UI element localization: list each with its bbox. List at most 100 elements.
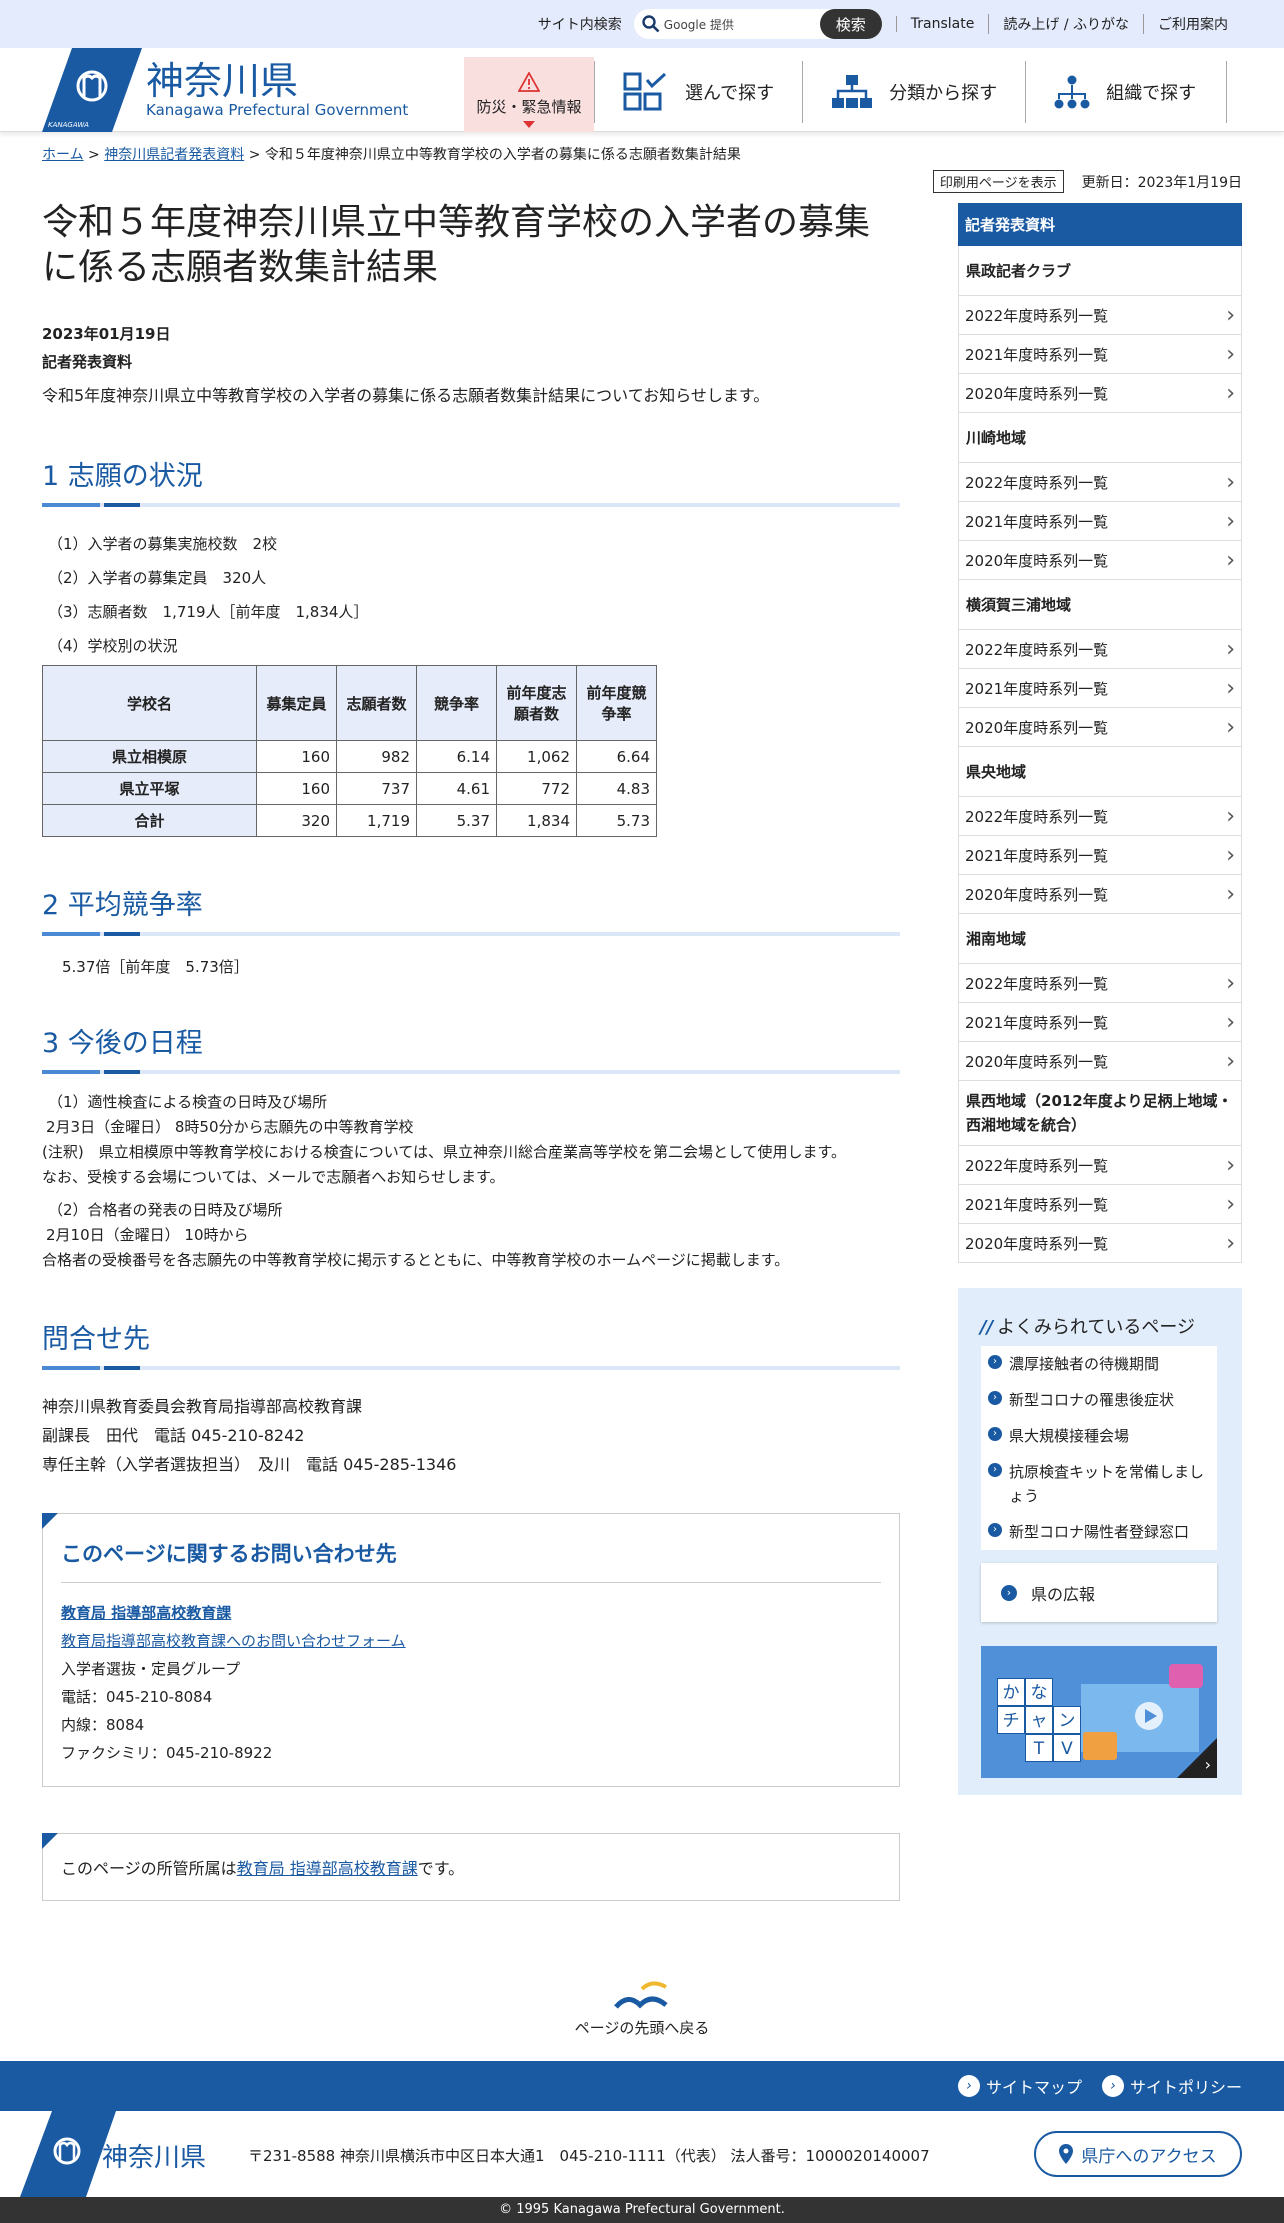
sidebar-item[interactable]: 2022年度時系列一覧 › [958,463,1242,502]
emergency-button[interactable]: 防災・緊急情報 [464,57,594,132]
search-button[interactable]: 検索 [819,9,882,39]
tv-char: ン [1053,1706,1081,1734]
main-content: 令和５年度神奈川県立中等教育学校の入学者の募集に係る志願者数集計結果 2023年… [42,200,900,1901]
emergency-label: 防災・緊急情報 [476,98,582,116]
sidebar-item[interactable]: 2021年度時系列一覧 › [958,1185,1242,1224]
sidebar-item[interactable]: 2022年度時系列一覧 › [958,797,1242,836]
sidebar-item[interactable]: 2021年度時系列一覧 › [958,1003,1242,1042]
footer-address: 〒231-8588 神奈川県横浜市中区日本大通1 045-210-1111（代表… [248,2147,930,2165]
map-pin-icon [1059,2144,1074,2164]
nav-category[interactable]: 分類から探す [802,61,1025,123]
site-logo[interactable]: KANAGAWA 神奈川県 Kanagawa Prefectural Gover… [42,48,408,132]
seagull-icon [614,1981,668,2009]
access-button[interactable]: 県庁へのアクセス [1034,2131,1242,2177]
nav-select[interactable]: 選んで探す [594,61,802,123]
owner-link[interactable]: 教育局 指導部高校教育課 [237,1859,418,1878]
schedule-line: （1）適性検査による検査の日時及び場所 [48,1093,328,1111]
kanachan-tv-banner[interactable]: か な チ ャ ン T V › [981,1646,1217,1778]
sidebar-group-title: 横須賀三浦地域 [958,580,1242,630]
sidebar-item[interactable]: 2022年度時系列一覧 › [958,1146,1242,1185]
site-search-label: サイト内検索 [537,17,622,33]
table-cell: 772 [496,772,577,805]
owner-suffix: です。 [417,1859,465,1878]
sidebar-item[interactable]: 2021年度時系列一覧 › [958,836,1242,875]
chevron-right-icon: › [1226,380,1235,406]
caret-down-icon [523,121,535,128]
emblem-text: KANAGAWA [48,121,89,129]
status-item: （4）学校別の状況 [48,637,178,655]
sidebar-item[interactable]: 2022年度時系列一覧 › [958,964,1242,1003]
chevron-circle-icon: › [957,2075,980,2097]
breadcrumb-home[interactable]: ホーム [42,147,84,163]
contact-form-link[interactable]: 教育局指導部高校教育課へのお問い合わせフォーム [61,1627,881,1655]
pr-button[interactable]: › 県の広報 [981,1563,1217,1622]
nav-select-label: 選んで探す [685,83,775,104]
search-box[interactable]: Google 提供 検索 [633,9,882,39]
popular-item[interactable]: › 県大規模接種会場 [981,1418,1217,1454]
table-cell: 1,062 [496,740,577,773]
popular-item[interactable]: › 濃厚接触者の待機期間 [981,1346,1217,1382]
tv-char: か [997,1678,1025,1706]
popular-item[interactable]: › 抗原検査キットを常備しましょう [981,1454,1217,1514]
inquiry-line: 神奈川県教育委員会教育局指導部高校教育課 [42,1397,363,1416]
sidebar-item[interactable]: 2021年度時系列一覧 › [958,502,1242,541]
popular-item-label: 新型コロナ陽性者登録窓口 [1009,1523,1190,1541]
sidebar-item[interactable]: 2020年度時系列一覧 › [958,875,1242,914]
contact-dept-link[interactable]: 教育局 指導部高校教育課 [61,1599,881,1627]
sidebar-item[interactable]: 2022年度時系列一覧 › [958,296,1242,335]
popular-title-text: よくみられているページ [997,1317,1195,1338]
sidebar-item[interactable]: 2022年度時系列一覧 › [958,630,1242,669]
tv-char: T [1025,1734,1053,1762]
sidebar-item[interactable]: 2020年度時系列一覧 › [958,1042,1242,1081]
utility-bar: サイト内検索 Google 提供 検索 Translate 読み上げ / ふりが… [0,0,1284,48]
sidebar-group-title: 県政記者クラブ [958,246,1242,296]
table-row: 合計 320 1,719 5.37 1,834 5.73 [42,804,657,837]
status-item: （2）入学者の募集定員 320人 [48,569,267,587]
popular-item[interactable]: › 新型コロナ陽性者登録窓口 [981,1514,1217,1550]
guide-link[interactable]: ご利用案内 [1143,14,1242,34]
sidebar-item-label: 2022年度時系列一覧 [965,807,1109,826]
popular-item[interactable]: › 新型コロナの罹患後症状 [981,1382,1217,1418]
sidebar-item[interactable]: 2020年度時系列一覧 › [958,1224,1242,1263]
sidebar-item[interactable]: 2020年度時系列一覧 › [958,708,1242,747]
site-policy-link[interactable]: › サイトポリシー [1101,2074,1242,2098]
status-item: （1）入学者の募集実施校数 2校 [48,535,278,553]
chevron-right-icon: › [1226,1191,1235,1217]
table-cell: 6.14 [416,740,497,773]
sidebar-item-label: 2020年度時系列一覧 [965,718,1109,737]
chevron-circle-icon: › [988,1427,1002,1441]
popular-item-label: 新型コロナの罹患後症状 [1009,1391,1175,1409]
schedule-line: 2月3日（金曜日） 8時50分から志願先の中等教育学校 [46,1118,414,1136]
chevron-right-icon: › [1226,675,1235,701]
owner-box: このページの所管所属は教育局 指導部高校教育課です。 [42,1833,900,1901]
sidebar-group-title: 県央地域 [958,747,1242,797]
sidebar-group-title: 湘南地域 [958,914,1242,964]
inquiry-info: 神奈川県教育委員会教育局指導部高校教育課 副課長 田代 電話 045-210-8… [42,1392,900,1479]
release-category: 記者発表資料 [42,353,133,371]
schedule: （1）適性検査による検査の日時及び場所 2月3日（金曜日） 8時50分から志願先… [42,1090,900,1273]
sitemap-link[interactable]: › サイトマップ [957,2074,1082,2098]
chevron-right-icon: › [1226,547,1235,573]
breadcrumb-parent[interactable]: 神奈川県記者発表資料 [104,147,244,163]
section-heading-application: 1 志願の状況 [42,454,900,507]
sidebar-item[interactable]: 2020年度時系列一覧 › [958,374,1242,413]
school-name: 県立平塚 [42,772,257,805]
status-item: （3）志願者数 1,719人［前年度 1,834人］ [48,603,369,621]
search-input[interactable]: Google 提供 [664,16,734,33]
sidebar-item-label: 2021年度時系列一覧 [965,846,1109,865]
chevron-right-icon: › [1226,302,1235,328]
access-label: 県庁へのアクセス [1081,2146,1217,2167]
print-button[interactable]: 印刷用ページを表示 [932,170,1064,193]
table-header: 志願者数 [336,665,417,741]
back-to-top[interactable]: ページの先頭へ戻る [0,1975,1284,2038]
sidebar-item-label: 2022年度時系列一覧 [965,640,1109,659]
nav-organization[interactable]: 組織で探す [1025,61,1228,123]
table-row: 県立相模原 160 982 6.14 1,062 6.64 [42,740,657,773]
release-date: 2023年01月19日 [42,325,171,343]
translate-link[interactable]: Translate [895,16,989,32]
sidebar-item[interactable]: 2021年度時系列一覧 › [958,669,1242,708]
sidebar-item[interactable]: 2021年度時系列一覧 › [958,335,1242,374]
read-aloud-link[interactable]: 読み上げ / ふりがな [988,14,1143,34]
sidebar-group-title: 県西地域（2012年度より足柄上地域・西湘地域を統合） [958,1081,1242,1146]
sidebar-item[interactable]: 2020年度時系列一覧 › [958,541,1242,580]
